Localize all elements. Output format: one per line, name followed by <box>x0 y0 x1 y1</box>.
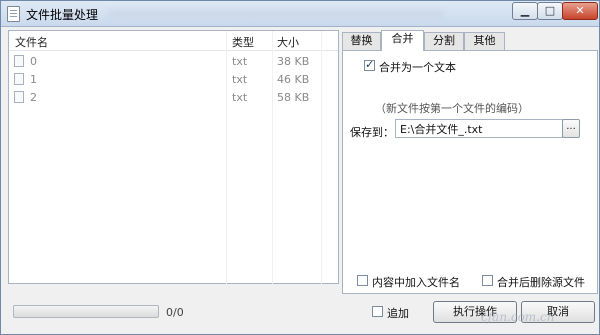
file-row[interactable]: 2 txt 58 KB <box>9 88 338 106</box>
blurred-title-area <box>109 10 444 18</box>
close-button[interactable]: ✕ <box>562 2 598 20</box>
file-name: 0 <box>30 55 37 68</box>
append-checkbox[interactable] <box>372 306 383 317</box>
column-header-size[interactable]: 大小 <box>277 34 299 50</box>
encoding-hint: （新文件按第一个文件的编码） <box>375 102 529 115</box>
progress-text: 0/0 <box>166 306 184 319</box>
file-row[interactable]: 1 txt 46 KB <box>9 70 338 88</box>
delete-source-label[interactable]: 合并后删除源文件 <box>497 274 585 290</box>
tab-strip: 替换 合并 分割 其他 <box>342 30 598 51</box>
app-window: 文件批量处理 ▁ □ ✕ 文件名 类型 大小 0 txt 38 KB 1 txt… <box>0 0 600 335</box>
file-icon <box>14 55 24 67</box>
save-path-input[interactable] <box>395 119 563 138</box>
merge-checkbox[interactable] <box>364 58 375 71</box>
tab-other[interactable]: 其他 <box>464 32 505 50</box>
add-filename-label[interactable]: 内容中加入文件名 <box>372 274 460 290</box>
title-bar: 文件批量处理 ▁ □ ✕ <box>1 1 599 27</box>
file-size: 38 KB <box>277 55 310 68</box>
add-filename-checkbox[interactable] <box>357 275 368 286</box>
tab-split[interactable]: 分割 <box>424 32 464 50</box>
file-name: 2 <box>30 91 37 104</box>
maximize-button[interactable]: □ <box>537 2 563 20</box>
file-size: 58 KB <box>277 91 310 104</box>
file-type: txt <box>232 73 248 86</box>
progress-bar <box>13 305 159 318</box>
column-header-name[interactable]: 文件名 <box>15 34 48 50</box>
list-header: 文件名 类型 大小 <box>9 31 338 51</box>
file-size: 46 KB <box>277 73 310 86</box>
file-type: txt <box>232 55 248 68</box>
document-icon <box>7 6 20 22</box>
tab-merge[interactable]: 合并 <box>381 30 424 51</box>
file-icon <box>14 73 24 85</box>
file-icon <box>14 91 24 103</box>
browse-button[interactable]: ... <box>562 119 580 138</box>
file-name: 1 <box>30 73 37 86</box>
window-title: 文件批量处理 <box>26 8 99 22</box>
column-header-type[interactable]: 类型 <box>232 34 254 50</box>
save-to-label: 保存到： <box>350 126 394 139</box>
delete-source-checkbox[interactable] <box>482 275 493 286</box>
file-list[interactable]: 文件名 类型 大小 0 txt 38 KB 1 txt 46 KB 2 txt … <box>8 30 339 285</box>
merge-checkbox-label[interactable]: 合并为一个文本 <box>379 59 456 75</box>
watermark: cfan.com.cn <box>481 310 555 324</box>
file-type: txt <box>232 91 248 104</box>
merge-panel: 合并为一个文本 （新文件按第一个文件的编码） 保存到： ... 内容中加入文件名… <box>342 50 598 294</box>
file-row[interactable]: 0 txt 38 KB <box>9 52 338 70</box>
append-label[interactable]: 追加 <box>387 305 409 321</box>
tab-replace[interactable]: 替换 <box>342 32 381 50</box>
minimize-button[interactable]: ▁ <box>512 2 538 20</box>
